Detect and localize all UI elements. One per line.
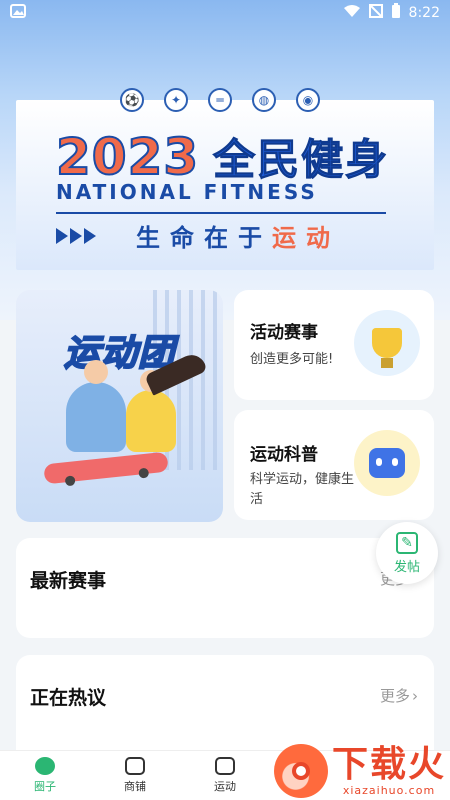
tab-sports-label: 运动 (214, 780, 236, 793)
dumbbell-icon: ═ (208, 88, 232, 112)
more-label: 更多 (379, 687, 410, 705)
image-notification-icon (10, 4, 26, 22)
skater-boy-illustration (66, 360, 126, 452)
watermark: 下载火 xiazaihuo.com (273, 743, 446, 798)
banner-en-title: NATIONAL FITNESS (56, 180, 318, 204)
flame-logo-icon (273, 744, 328, 798)
banner-year: 2023 (55, 127, 200, 187)
slogan-main: 生命在于 (136, 224, 272, 252)
shop-icon (125, 757, 145, 775)
events-card[interactable]: 活动赛事 创造更多可能! (234, 290, 434, 400)
sports-team-card[interactable]: 运动团 (16, 290, 223, 522)
chevron-right-icon: › (412, 686, 418, 705)
tab-circle-label: 圈子 (34, 780, 56, 793)
tab-shop[interactable]: 商铺 (90, 757, 180, 794)
events-card-title: 活动赛事 (250, 323, 318, 343)
hero-banner[interactable]: ⚽ ✦ ═ ◍ ◉ 2023 全民健身 NATIONAL FITNESS 生命在… (0, 0, 450, 320)
basketball-icon: ◍ (252, 88, 276, 112)
soccer-ball-icon: ⚽ (120, 88, 144, 112)
sneaker-icon (215, 757, 235, 775)
shuttlecock-icon: ✦ (164, 88, 188, 112)
tab-circle[interactable]: 圈子 (0, 757, 90, 794)
banner-headline: 2023 全民健身 (55, 126, 396, 187)
banner-slogan-row: 生命在于运动 (56, 218, 386, 253)
arrows-icon (56, 227, 96, 244)
sport-icons-row: ⚽ ✦ ═ ◍ ◉ (120, 88, 320, 112)
circle-chat-icon (35, 757, 55, 775)
robot-icon (354, 430, 420, 496)
post-button[interactable]: ✎ 发帖 (376, 522, 438, 584)
latest-events-section: 最新赛事 更多 › (16, 538, 434, 638)
science-card-desc: 科学运动，健康生活 (250, 472, 355, 507)
tab-shop-label: 商铺 (124, 780, 146, 793)
slogan-highlight: 运动 (272, 224, 340, 252)
banner-cn-title: 全民健身 (213, 135, 390, 185)
trophy-icon (354, 310, 420, 376)
hot-topics-title: 正在热议 (30, 687, 107, 709)
wifi-icon (343, 4, 361, 22)
post-button-label: 发帖 (393, 559, 420, 575)
skater-girl-illustration (126, 350, 208, 452)
watermark-en: xiazaihuo.com (342, 783, 436, 797)
banner-slogan: 生命在于运动 (136, 218, 340, 253)
battery-charging-icon (391, 3, 401, 23)
latest-events-title: 最新赛事 (30, 570, 107, 592)
hot-topics-more-link[interactable]: 更多 › (380, 685, 418, 706)
sports-science-card[interactable]: 运动科普 科学运动，健康生活 (234, 410, 434, 520)
skateboard-illustration (43, 451, 169, 487)
no-signal-icon (368, 4, 383, 22)
status-time: 8:22 (408, 5, 440, 21)
banner-divider (56, 212, 386, 214)
science-card-title: 运动科普 (250, 445, 318, 465)
volleyball-icon: ◉ (296, 88, 320, 112)
status-bar: 8:22 (0, 0, 450, 26)
edit-icon: ✎ (396, 531, 418, 554)
events-card-desc: 创造更多可能! (250, 352, 334, 367)
tab-sports[interactable]: 运动 (180, 757, 270, 794)
watermark-cn: 下载火 (331, 743, 446, 785)
